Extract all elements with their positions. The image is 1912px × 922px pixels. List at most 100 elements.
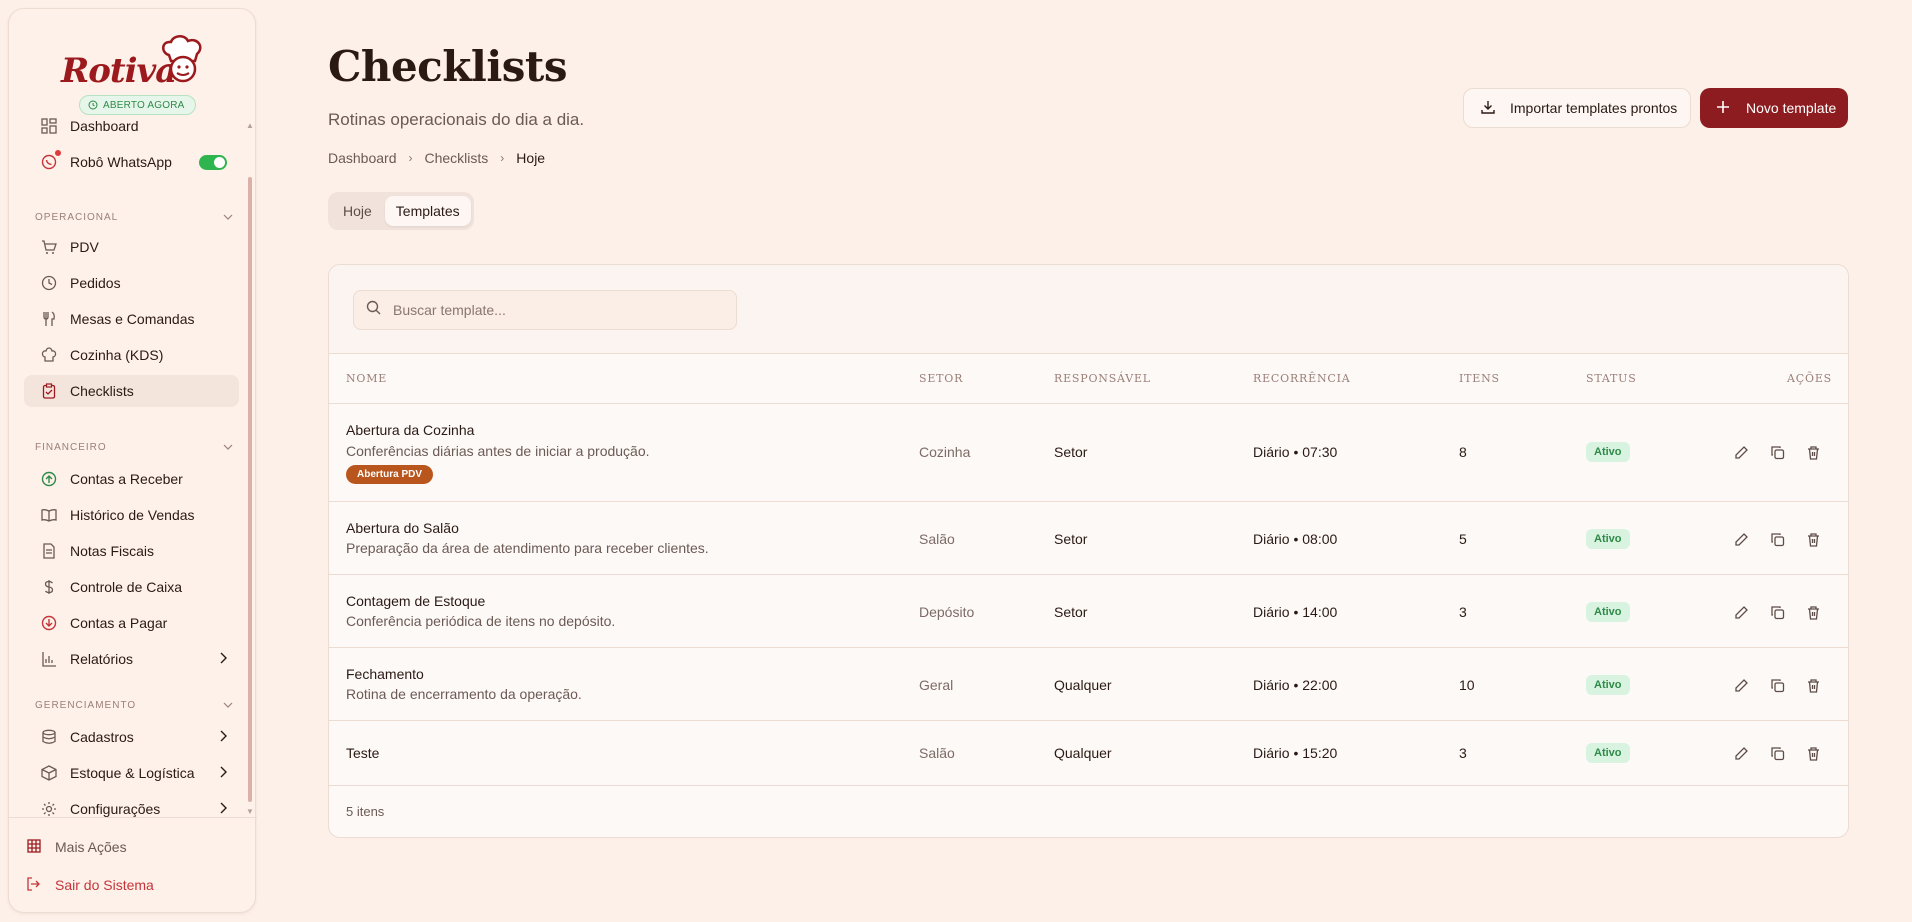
- database-icon: [40, 728, 58, 746]
- view-tabs: Hoje Templates: [328, 192, 474, 230]
- template-responsible: Qualquer: [1054, 677, 1112, 693]
- template-name: Contagem de Estoque: [346, 593, 486, 609]
- search-input[interactable]: [393, 302, 723, 318]
- section-financeiro[interactable]: FINANCEIRO: [35, 439, 233, 455]
- template-recurrence: Diário • 22:00: [1253, 677, 1338, 693]
- template-description: Conferência periódica de itens no depósi…: [346, 613, 616, 629]
- chevron-right-icon: [219, 801, 227, 817]
- sidebar-item-label: Relatórios: [70, 651, 134, 667]
- document-icon: [40, 542, 58, 560]
- table-row[interactable]: Teste Salão Qualquer Diário • 15:20 3 At…: [329, 721, 1848, 786]
- clipboard-check-icon: [40, 382, 58, 400]
- import-templates-button[interactable]: Importar templates prontos: [1463, 88, 1691, 128]
- breadcrumb: Dashboard › Checklists › Hoje: [328, 150, 545, 166]
- delete-icon[interactable]: [1804, 603, 1822, 621]
- delete-icon[interactable]: [1804, 443, 1822, 461]
- chevron-right-icon: [219, 765, 227, 781]
- template-sector: Salão: [919, 531, 955, 547]
- sidebar-item-mesas[interactable]: Mesas e Comandas: [24, 303, 239, 335]
- section-gerenciamento[interactable]: GERENCIAMENTO: [35, 697, 233, 713]
- sidebar-item-cadastros[interactable]: Cadastros: [24, 721, 239, 753]
- import-templates-label: Importar templates prontos: [1510, 100, 1678, 116]
- template-name: Fechamento: [346, 666, 424, 682]
- template-description: Conferências diárias antes de iniciar a …: [346, 443, 650, 459]
- template-name: Abertura da Cozinha: [346, 422, 475, 438]
- column-header-setor: SETOR: [919, 372, 964, 385]
- delete-icon[interactable]: [1804, 744, 1822, 762]
- template-tag: Abertura PDV: [346, 465, 434, 484]
- breadcrumb-dashboard[interactable]: Dashboard: [328, 150, 397, 166]
- delete-icon[interactable]: [1804, 676, 1822, 694]
- logout-button[interactable]: Sair do Sistema: [27, 870, 154, 900]
- sidebar-item-label: Contas a Pagar: [70, 615, 168, 631]
- edit-icon[interactable]: [1732, 530, 1750, 548]
- more-actions-button[interactable]: Mais Ações: [27, 832, 127, 862]
- plus-icon: [1716, 100, 1730, 117]
- column-header-recorrencia: RECORRÊNCIA: [1253, 372, 1351, 385]
- row-actions: [1732, 530, 1822, 548]
- table-row[interactable]: Abertura do Salão Preparação da área de …: [329, 502, 1848, 575]
- chevron-right-icon: ›: [408, 151, 413, 165]
- dollar-icon: [40, 578, 58, 596]
- breadcrumb-checklists[interactable]: Checklists: [425, 150, 489, 166]
- duplicate-icon[interactable]: [1768, 744, 1786, 762]
- table-row[interactable]: Abertura da Cozinha Conferências diárias…: [329, 404, 1848, 502]
- sidebar-item-contas-pagar[interactable]: Contas a Pagar: [24, 607, 239, 639]
- scroll-down-icon[interactable]: ▼: [246, 807, 254, 816]
- new-template-button[interactable]: Novo template: [1700, 88, 1848, 128]
- sidebar-item-label: Estoque & Logística: [70, 765, 195, 781]
- template-sector: Depósito: [919, 604, 975, 620]
- duplicate-icon[interactable]: [1768, 603, 1786, 621]
- duplicate-icon[interactable]: [1768, 530, 1786, 548]
- column-header-itens: ITENS: [1459, 372, 1500, 385]
- sidebar-item-label: Notas Fiscais: [70, 543, 155, 559]
- sidebar-scrollbar[interactable]: [248, 177, 252, 802]
- scroll-up-icon[interactable]: ▲: [246, 121, 254, 130]
- tab-hoje[interactable]: Hoje: [332, 196, 383, 226]
- edit-icon[interactable]: [1732, 603, 1750, 621]
- sidebar-item-pedidos[interactable]: Pedidos: [24, 267, 239, 299]
- whatsapp-toggle[interactable]: [199, 155, 227, 170]
- sidebar-item-relatorios[interactable]: Relatórios: [24, 643, 239, 675]
- sidebar: Rotiva ABERTO AGORA Dashboard Robô Whats…: [8, 8, 257, 913]
- sidebar-item-caixa[interactable]: Controle de Caixa: [24, 571, 239, 603]
- clock-icon: [40, 274, 58, 292]
- sidebar-item-cozinha[interactable]: Cozinha (KDS): [24, 339, 239, 371]
- edit-icon[interactable]: [1732, 443, 1750, 461]
- table-row[interactable]: Contagem de Estoque Conferência periódic…: [329, 575, 1848, 648]
- grid-icon: [27, 838, 41, 856]
- chevron-down-icon: [223, 700, 233, 711]
- sidebar-item-label: Histórico de Vendas: [70, 507, 195, 523]
- delete-icon[interactable]: [1804, 530, 1822, 548]
- status-badge: Ativo: [1586, 743, 1630, 763]
- template-items-count: 8: [1459, 444, 1467, 460]
- sidebar-item-whatsapp[interactable]: Robô WhatsApp: [24, 146, 239, 178]
- open-status-text: ABERTO AGORA: [103, 99, 185, 111]
- sidebar-item-notas[interactable]: Notas Fiscais: [24, 535, 239, 567]
- sidebar-item-dashboard[interactable]: Dashboard: [24, 110, 239, 142]
- template-sector: Salão: [919, 745, 955, 761]
- sidebar-item-checklists[interactable]: Checklists: [24, 375, 239, 407]
- template-responsible: Qualquer: [1054, 745, 1112, 761]
- search-icon: [366, 300, 381, 320]
- section-operacional[interactable]: OPERACIONAL: [35, 209, 233, 225]
- edit-icon[interactable]: [1732, 744, 1750, 762]
- sidebar-item-configuracoes[interactable]: Configurações: [24, 793, 239, 825]
- chevron-down-icon: [223, 212, 233, 223]
- arrow-up-circle-icon: [40, 470, 58, 488]
- sidebar-item-historico[interactable]: Histórico de Vendas: [24, 499, 239, 531]
- sidebar-item-estoque[interactable]: Estoque & Logística: [24, 757, 239, 789]
- section-title: GERENCIAMENTO: [35, 699, 137, 711]
- sidebar-item-pdv[interactable]: PDV: [24, 231, 239, 263]
- template-responsible: Setor: [1054, 444, 1088, 460]
- template-name: Abertura do Salão: [346, 520, 459, 536]
- section-title: OPERACIONAL: [35, 211, 119, 223]
- tab-templates[interactable]: Templates: [384, 196, 471, 226]
- edit-icon[interactable]: [1732, 676, 1750, 694]
- table-row[interactable]: Fechamento Rotina de encerramento da ope…: [329, 648, 1848, 721]
- duplicate-icon[interactable]: [1768, 676, 1786, 694]
- sidebar-item-contas-receber[interactable]: Contas a Receber: [24, 463, 239, 495]
- sidebar-item-label: Pedidos: [70, 275, 121, 291]
- chevron-right-icon: [219, 729, 227, 745]
- duplicate-icon[interactable]: [1768, 443, 1786, 461]
